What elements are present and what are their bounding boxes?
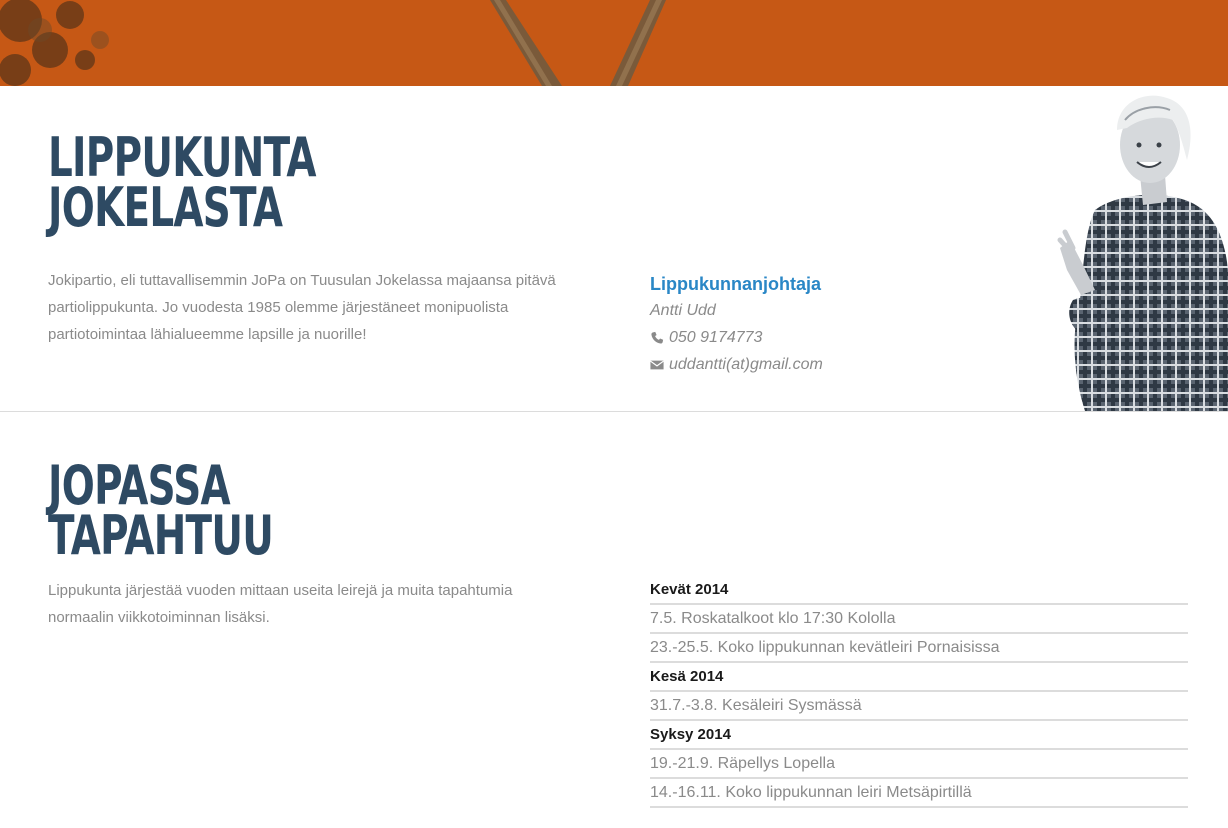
heading-line: JOKELASTA (48, 176, 283, 239)
event-season-header: Kesä 2014 (650, 663, 1188, 692)
header-banner (0, 0, 1228, 86)
contact-email-address[interactable]: uddantti(at)gmail.com (669, 351, 823, 378)
contact-name: Antti Udd (650, 302, 716, 319)
phone-icon (651, 331, 664, 344)
banner-photo (0, 0, 666, 86)
event-season-header: Syksy 2014 (650, 721, 1188, 750)
event-item: 19.-21.9. Räpellys Lopella (650, 750, 1188, 779)
contact-email: uddantti(at)gmail.com (650, 351, 1050, 378)
contact-phone-number[interactable]: 050 9174773 (669, 324, 762, 351)
event-season-header: Kevät 2014 (650, 576, 1188, 605)
contact-card: Lippukunnanjohtaja Antti Udd 050 9174773… (650, 271, 1050, 378)
section-divider (0, 411, 1228, 412)
contact-phone: 050 9174773 (650, 324, 1050, 351)
section-title: JOPASSA TAPAHTUU (48, 459, 274, 567)
heading-line: TAPAHTUU (48, 504, 274, 567)
event-item: 7.5. Roskatalkoot klo 17:30 Kololla (650, 605, 1188, 634)
page-title: LIPPUKUNTA JOKELASTA (48, 131, 316, 239)
intro-text: Jokipartio, eli tuttavallisemmin JoPa on… (48, 272, 556, 343)
envelope-icon (650, 360, 664, 369)
event-item: 31.7.-3.8. Kesäleiri Sysmässä (650, 692, 1188, 721)
event-item: 14.-16.11. Koko lippukunnan leiri Metsäp… (650, 779, 1188, 808)
leader-photo (1057, 95, 1228, 411)
intro-text: Lippukunta järjestää vuoden mittaan usei… (48, 582, 513, 626)
event-item: 23.-25.5. Koko lippukunnan kevätleiri Po… (650, 634, 1188, 663)
contact-role: Lippukunnanjohtaja (650, 274, 821, 294)
events-list: Kevät 2014 7.5. Roskatalkoot klo 17:30 Ko… (650, 576, 1188, 808)
